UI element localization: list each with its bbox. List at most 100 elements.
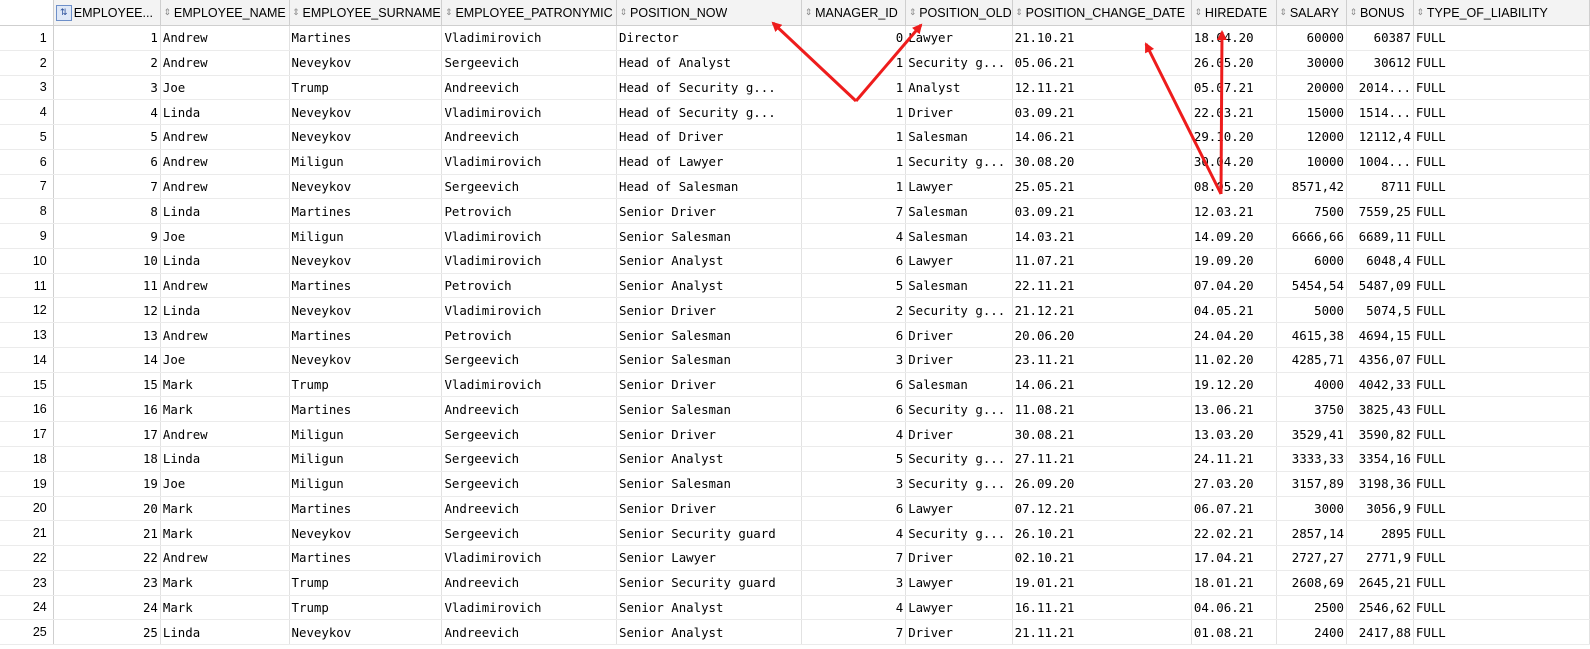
cell-manager-id[interactable]: 5: [801, 273, 907, 299]
cell-manager-id[interactable]: 1: [801, 149, 907, 175]
cell-employee-name[interactable]: Linda: [160, 198, 290, 225]
cell-hiredate[interactable]: 07.04.20: [1191, 273, 1277, 299]
cell-employee-name[interactable]: Mark: [160, 372, 290, 398]
column-header-position-change-date[interactable]: ⇕ POSITION_CHANGE_DATE: [1011, 0, 1192, 26]
cell-position-change-date[interactable]: 21.10.21: [1012, 25, 1192, 51]
cell-employee-surname[interactable]: Martines: [289, 396, 443, 423]
cell-salary[interactable]: 12000: [1276, 124, 1347, 150]
table-row[interactable]: 21 21 Mark Neveykov Sergeevich Senior Securit…: [0, 520, 1590, 547]
cell-position-now[interactable]: Senior Security guard: [616, 570, 803, 596]
column-header-type-of-liability[interactable]: ⇕ TYPE_OF_LIABILITY: [1412, 0, 1590, 26]
cell-employee-id[interactable]: 2: [53, 50, 161, 76]
cell-position-old[interactable]: Driver: [905, 421, 1013, 448]
sort-updown-icon[interactable]: ⇕: [908, 7, 917, 18]
cell-manager-id[interactable]: 4: [801, 595, 907, 621]
cell-employee-patronymic[interactable]: Petrovich: [441, 198, 618, 225]
cell-employee-surname[interactable]: Trump: [289, 372, 443, 398]
cell-bonus[interactable]: 30612: [1346, 50, 1414, 76]
cell-type-of-liability[interactable]: FULL: [1413, 297, 1590, 324]
cell-employee-patronymic[interactable]: Vladimirovich: [441, 297, 618, 324]
cell-type-of-liability[interactable]: FULL: [1413, 25, 1590, 51]
cell-position-now[interactable]: Senior Driver: [616, 198, 803, 225]
column-header-manager-id[interactable]: ⇕ MANAGER_ID: [801, 0, 907, 26]
sort-updown-icon[interactable]: ⇕: [1194, 7, 1203, 18]
cell-employee-surname[interactable]: Neveykov: [289, 347, 443, 373]
cell-salary[interactable]: 20000: [1276, 75, 1347, 101]
cell-position-now[interactable]: Head of Salesman: [616, 174, 803, 200]
cell-bonus[interactable]: 1514...: [1346, 99, 1414, 126]
table-row[interactable]: 10 10 Linda Neveykov Vladimirovich Senior Ana…: [0, 248, 1590, 274]
cell-position-old[interactable]: Driver: [905, 347, 1013, 373]
column-header-position-now[interactable]: ⇕ POSITION_NOW: [616, 0, 803, 26]
row-number[interactable]: 2: [0, 50, 54, 76]
cell-manager-id[interactable]: 4: [801, 520, 907, 547]
cell-employee-patronymic[interactable]: Vladimirovich: [441, 248, 618, 274]
cell-type-of-liability[interactable]: FULL: [1413, 619, 1590, 646]
column-header-position-old[interactable]: ⇕ POSITION_OLD: [905, 0, 1013, 26]
cell-salary[interactable]: 5454,54: [1276, 273, 1347, 299]
cell-position-old[interactable]: Salesman: [905, 273, 1013, 299]
cell-position-change-date[interactable]: 30.08.21: [1012, 421, 1192, 448]
column-header-employee-id[interactable]: ⇅ EMPLOYEE...: [52, 0, 161, 26]
cell-salary[interactable]: 3000: [1276, 496, 1347, 522]
cell-bonus[interactable]: 2546,62: [1346, 595, 1414, 621]
cell-manager-id[interactable]: 4: [801, 223, 907, 249]
cell-employee-patronymic[interactable]: Sergeevich: [441, 471, 618, 497]
cell-type-of-liability[interactable]: FULL: [1413, 372, 1590, 398]
cell-manager-id[interactable]: 1: [801, 75, 907, 101]
cell-position-change-date[interactable]: 03.09.21: [1012, 198, 1192, 225]
cell-type-of-liability[interactable]: FULL: [1413, 347, 1590, 373]
cell-employee-name[interactable]: Linda: [160, 248, 290, 274]
cell-employee-surname[interactable]: Neveykov: [289, 99, 443, 126]
row-number[interactable]: 3: [0, 75, 54, 101]
cell-manager-id[interactable]: 5: [801, 446, 907, 472]
cell-employee-patronymic[interactable]: Petrovich: [441, 273, 618, 299]
cell-position-change-date[interactable]: 26.10.21: [1012, 520, 1192, 547]
cell-manager-id[interactable]: 6: [801, 372, 907, 398]
cell-employee-id[interactable]: 10: [53, 248, 161, 274]
cell-position-now[interactable]: Senior Analyst: [616, 248, 803, 274]
cell-type-of-liability[interactable]: FULL: [1413, 124, 1590, 150]
row-number[interactable]: 1: [0, 25, 54, 51]
row-number[interactable]: 4: [0, 99, 54, 126]
cell-bonus[interactable]: 4694,15: [1346, 322, 1414, 348]
table-row[interactable]: 11 11 Andrew Martines Petrovich Senior Analys…: [0, 273, 1590, 299]
cell-employee-name[interactable]: Mark: [160, 396, 290, 423]
cell-hiredate[interactable]: 12.03.21: [1191, 198, 1277, 225]
cell-position-now[interactable]: Head of Security g...: [616, 75, 803, 101]
cell-salary[interactable]: 4615,38: [1276, 322, 1347, 348]
cell-salary[interactable]: 7500: [1276, 198, 1347, 225]
sort-updown-icon[interactable]: ⇕: [163, 7, 172, 18]
cell-employee-name[interactable]: Mark: [160, 496, 290, 522]
cell-position-change-date[interactable]: 03.09.21: [1012, 99, 1192, 126]
cell-hiredate[interactable]: 13.03.20: [1191, 421, 1277, 448]
cell-position-old[interactable]: Lawyer: [905, 496, 1013, 522]
cell-type-of-liability[interactable]: FULL: [1413, 570, 1590, 596]
cell-position-change-date[interactable]: 12.11.21: [1012, 75, 1192, 101]
cell-employee-id[interactable]: 7: [53, 174, 161, 200]
cell-employee-surname[interactable]: Martines: [289, 198, 443, 225]
cell-employee-surname[interactable]: Martines: [289, 496, 443, 522]
cell-employee-id[interactable]: 20: [53, 496, 161, 522]
cell-position-now[interactable]: Senior Driver: [616, 372, 803, 398]
cell-position-old[interactable]: Analyst: [905, 75, 1013, 101]
cell-employee-id[interactable]: 3: [53, 75, 161, 101]
cell-employee-name[interactable]: Andrew: [160, 50, 290, 76]
cell-position-now[interactable]: Senior Salesman: [616, 396, 803, 423]
cell-employee-patronymic[interactable]: Andreevich: [441, 570, 618, 596]
cell-employee-surname[interactable]: Miligun: [289, 223, 443, 249]
cell-manager-id[interactable]: 7: [801, 545, 907, 571]
cell-type-of-liability[interactable]: FULL: [1413, 545, 1590, 571]
cell-position-old[interactable]: Lawyer: [905, 25, 1013, 51]
cell-position-change-date[interactable]: 21.12.21: [1012, 297, 1192, 324]
sort-updown-icon[interactable]: ⇕: [444, 7, 453, 18]
column-header-employee-surname[interactable]: ⇕ EMPLOYEE_SURNAME: [288, 0, 443, 26]
cell-type-of-liability[interactable]: FULL: [1413, 223, 1590, 249]
cell-employee-id[interactable]: 15: [53, 372, 161, 398]
cell-employee-patronymic[interactable]: Andreevich: [441, 496, 618, 522]
table-row[interactable]: 19 19 Joe Miligun Sergeevich Senior Salesman 3…: [0, 471, 1590, 497]
cell-employee-id[interactable]: 22: [53, 545, 161, 571]
cell-employee-id[interactable]: 24: [53, 595, 161, 621]
table-row[interactable]: 25 25 Linda Neveykov Andreevich Senior Analys…: [0, 619, 1590, 646]
cell-hiredate[interactable]: 01.08.21: [1191, 619, 1277, 646]
